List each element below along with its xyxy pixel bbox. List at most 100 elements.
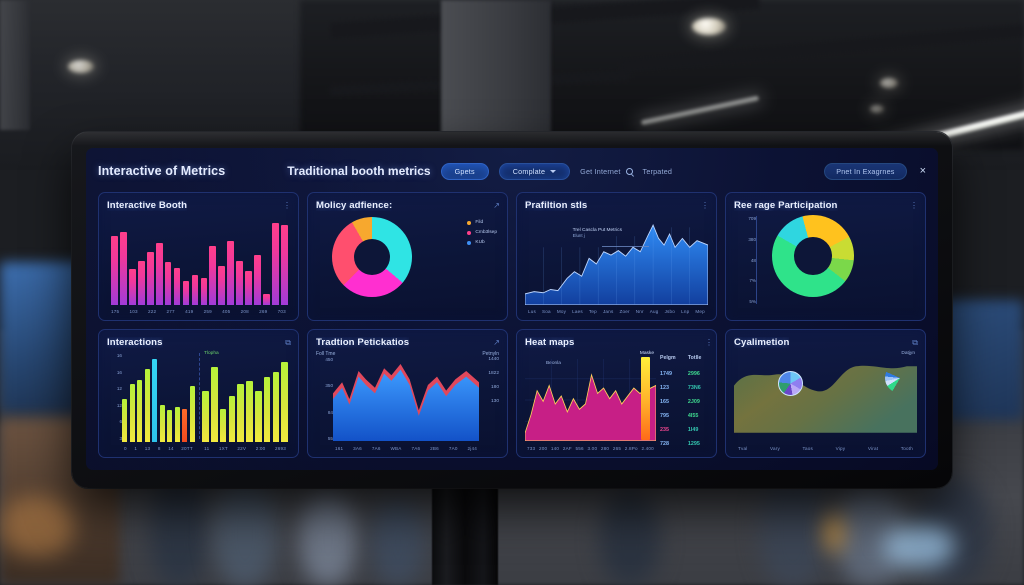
card-header: Cyalimetion ⧉ — [734, 337, 918, 348]
top-toolbar: Interactive of Metrics Traditional booth… — [98, 158, 926, 184]
cell-total: 1I49 — [687, 426, 699, 433]
table-row: 728 1295 — [660, 437, 712, 451]
primary-filter-label: Gpets — [454, 166, 475, 176]
y-tick: 350 — [325, 383, 333, 389]
bar — [210, 367, 218, 442]
card-expand-icon[interactable]: ↗ — [493, 338, 500, 347]
donut-ring — [772, 215, 854, 297]
table-row-highlight: 235 1I49 — [660, 423, 712, 437]
bar — [155, 242, 163, 305]
card-menu-icon[interactable]: ⋮ — [701, 201, 709, 210]
bar — [137, 379, 143, 442]
card-title: Ree rage Participation — [734, 200, 838, 211]
secondary-filter-dropdown[interactable]: Complate — [498, 162, 571, 180]
x-tick: Moy — [556, 309, 567, 314]
booth-screen-glow — [0, 496, 74, 556]
bar — [159, 404, 165, 442]
visitor-silhouette — [372, 498, 424, 585]
pie-chart-overlay-corner — [885, 363, 915, 393]
card-menu-icon[interactable]: ⋮ — [705, 338, 713, 347]
bar — [202, 390, 209, 442]
x-tick: 269 — [259, 309, 268, 314]
x-axis-ticks: 175 103 222 277 419 259 405 208 269 703 — [109, 309, 288, 314]
card-header: Ree rage Participation ⋮ — [734, 200, 918, 211]
card-header: Interactive Booth ⋮ — [107, 200, 291, 211]
card-interactive-booth[interactable]: Interactive Booth ⋮ 175 103 222 277 419 … — [98, 192, 299, 321]
x-tick: 2B6 — [430, 446, 439, 451]
x-tick: 556 — [575, 446, 584, 451]
templates-button[interactable]: Terpated — [643, 167, 673, 176]
spot-light — [692, 18, 726, 35]
annotation-subtitle: Elunt j — [572, 233, 585, 238]
card-interactions[interactable]: Interactions ⧉ 16 16 12 12 6 3 Tlopha 0 … — [98, 329, 299, 458]
x-tick: Tooth — [900, 446, 913, 451]
x-tick: Nnr — [635, 309, 644, 314]
export-button[interactable]: Pnet In Exagrnes — [824, 162, 907, 180]
cell-page: 235 — [660, 426, 669, 433]
y-axis-ticks-right: 1440 1822 180 130 — [488, 357, 499, 404]
cell-total: 1295 — [687, 440, 700, 447]
x-tick: Virat — [867, 446, 879, 451]
card-reengage-participation[interactable]: Ree rage Participation ⋮ 709 380 48 7% 5… — [725, 192, 926, 321]
table-header-row: Pelgm Totlle — [660, 351, 712, 366]
bar — [254, 255, 262, 305]
bar-series-left — [122, 359, 195, 442]
cell-page: 123 — [660, 384, 669, 391]
card-expand-icon[interactable]: ⧉ — [912, 338, 918, 348]
y-tick: 1822 — [488, 371, 499, 376]
x-tick: 259 — [203, 309, 212, 314]
templates-label: Terpated — [642, 166, 673, 176]
y-axis-ticks: 16 16 12 12 6 3 — [109, 353, 122, 441]
x-tick: 2:00 — [255, 446, 266, 451]
legend-color-swatch — [467, 240, 472, 245]
card-expand-icon[interactable]: ↗ — [493, 201, 500, 210]
chart-annotation: Trel Cascla Put Metrics Elunt j — [573, 228, 622, 238]
bar — [119, 232, 127, 305]
bar — [144, 368, 150, 442]
x-tick: 3A6 — [353, 446, 362, 451]
card-menu-icon[interactable]: ⋮ — [283, 201, 291, 210]
x-tick: Taos — [802, 446, 814, 451]
card-profile-stats[interactable]: Prafiltion stls ⋮ Trel Cascla Put Metric… — [516, 192, 717, 321]
card-heat-maps[interactable]: Heat maps ⋮ Beonla Maske 733 200 140 2AF… — [516, 329, 717, 458]
card-evaluation[interactable]: Cyalimetion ⧉ Datjyn Tval Vary Taos Vipy… — [725, 329, 926, 458]
booth-screen-glow — [884, 524, 954, 568]
bar — [111, 235, 118, 305]
area-series — [525, 359, 656, 441]
search-button[interactable]: Get Internet — [580, 166, 633, 176]
x-tick: Aug — [649, 309, 659, 314]
area-chart-profile-stats: Trel Cascla Put Metrics Elunt j Lus Soa … — [525, 214, 708, 314]
cell-page: 795 — [660, 412, 669, 419]
bar — [182, 280, 190, 305]
heatmap-chart-wrapper: Beonla Maske 733 200 140 2AF 556 3.00 28… — [525, 351, 712, 451]
x-axis-ticks-left: 0 1 13 8 14 20TT — [122, 446, 195, 451]
card-molicy-audience[interactable]: Molicy adfience: ↗ Fild Cmb3lsep KUb — [307, 192, 508, 321]
search-label: Get Internet — [580, 166, 621, 176]
x-axis-ticks: Lus Soa Moy Laes Tep Jans Zoer Nnr Aug J… — [526, 309, 707, 314]
bar-series-right — [202, 359, 288, 442]
cell-total: 2996 — [687, 370, 700, 377]
primary-filter-pill[interactable]: Gpets — [440, 162, 489, 180]
bar — [263, 294, 270, 305]
table-row: 123 73N6 — [660, 381, 712, 395]
y-tick: 130 — [490, 399, 499, 404]
card-menu-icon[interactable]: ⋮ — [910, 201, 918, 210]
card-traction-participation[interactable]: Tradtion Petickatios ↗ Foll Tme Petnyln … — [307, 329, 508, 458]
section-title: Traditional booth metrics — [287, 164, 431, 178]
bar-highlight — [152, 359, 158, 442]
bar — [174, 407, 180, 442]
x-tick: Lus — [528, 309, 537, 314]
x-tick: 1XT — [218, 446, 228, 451]
x-tick: 2j44 — [467, 446, 477, 451]
x-tick: 7A0 — [448, 446, 458, 451]
legend-color-swatch — [467, 230, 472, 235]
x-tick: 3.00 — [587, 446, 598, 451]
x-tick: 405 — [222, 309, 231, 314]
card-title: Tradtion Petickatios — [316, 337, 410, 348]
card-expand-icon[interactable]: ⧉ — [285, 338, 291, 348]
cell-page: 165 — [660, 398, 669, 405]
x-tick: 1 — [134, 446, 138, 451]
close-icon[interactable]: × — [920, 165, 926, 177]
bar — [281, 224, 288, 305]
area-path — [525, 373, 656, 441]
